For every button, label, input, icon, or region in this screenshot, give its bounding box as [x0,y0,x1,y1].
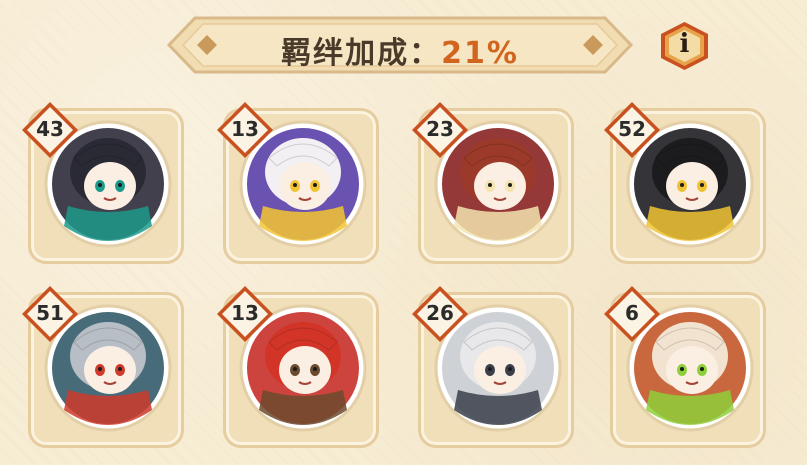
count-badge: 13 [215,284,275,344]
bond-bonus-banner: 羁绊加成：21% [165,14,635,76]
shikigami-card[interactable]: 6 [600,282,766,448]
count-badge: 23 [410,100,470,160]
count-badge: 6 [602,284,662,344]
count-number: 26 [426,301,454,325]
info-button[interactable]: i [657,20,712,72]
count-number: 51 [36,301,64,325]
count-number: 43 [36,117,64,141]
shikigami-card[interactable]: 26 [408,282,574,448]
bond-bonus-text: 羁绊加成：21% [165,28,635,72]
shikigami-card[interactable]: 23 [408,98,574,264]
shikigami-card[interactable]: 52 [600,98,766,264]
count-number: 23 [426,117,454,141]
count-badge: 51 [20,284,80,344]
count-badge: 52 [602,100,662,160]
count-badge: 26 [410,284,470,344]
count-number: 13 [231,117,259,141]
shikigami-card[interactable]: 43 [18,98,184,264]
count-badge: 43 [20,100,80,160]
info-letter: i [679,29,690,59]
shikigami-card[interactable]: 13 [213,98,379,264]
count-badge: 13 [215,100,275,160]
count-number: 6 [625,301,639,325]
count-number: 52 [618,117,646,141]
count-number: 13 [231,301,259,325]
shikigami-card[interactable]: 51 [18,282,184,448]
shikigami-card[interactable]: 13 [213,282,379,448]
bond-bonus-value: 21% [441,36,519,71]
bond-bonus-label: 羁绊加成： [281,36,442,71]
